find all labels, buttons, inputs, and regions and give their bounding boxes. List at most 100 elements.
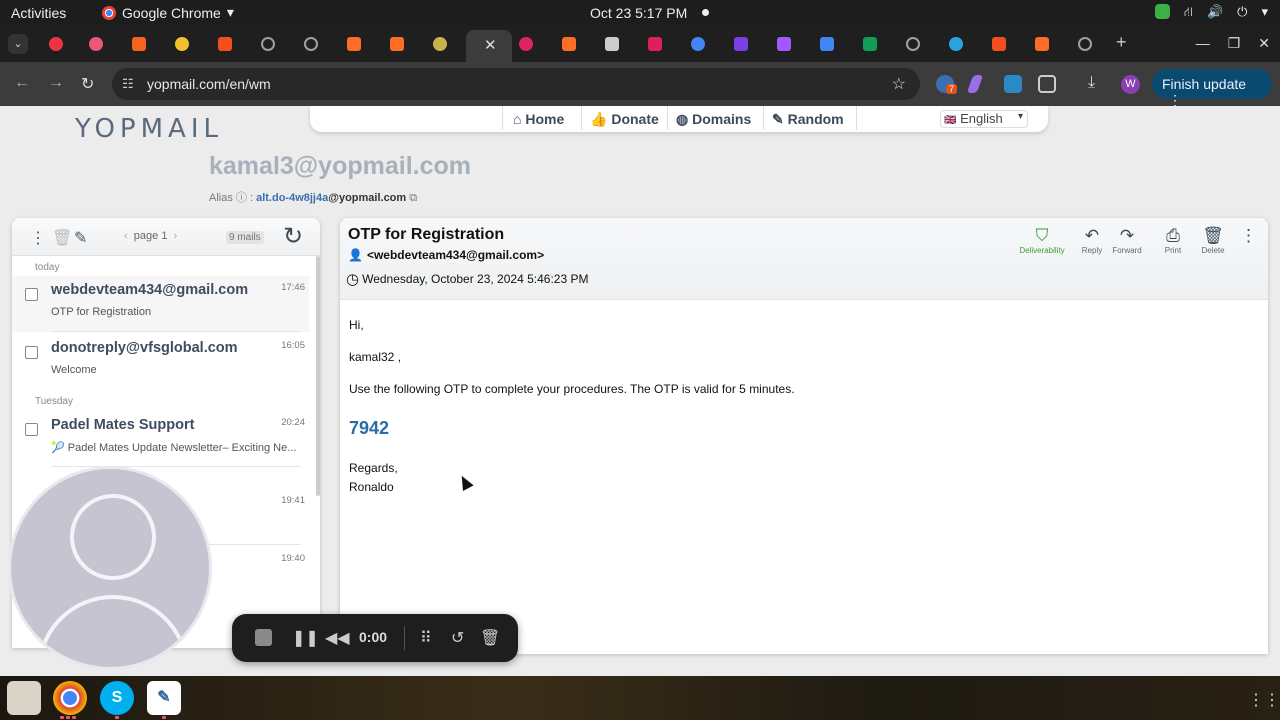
tab-favicon[interactable] [734, 37, 748, 51]
refresh-icon[interactable]: ↻ [283, 222, 303, 251]
figma-icon[interactable] [992, 37, 1006, 51]
globe-icon[interactable] [906, 37, 920, 51]
trash-icon[interactable]: 🗑 [52, 228, 72, 248]
nav-random[interactable]: ✎ Random [772, 111, 844, 128]
restart-icon[interactable]: ↺ [451, 628, 464, 648]
bookmark-star-icon[interactable]: ☆ [892, 74, 906, 94]
app-menu[interactable]: Google Chrome ▾ [102, 4, 234, 21]
activities-button[interactable]: Activities [11, 5, 66, 21]
nav-donate[interactable]: 👍 Donate [590, 111, 659, 128]
compose-icon[interactable]: ✎ [74, 228, 87, 248]
chevron-down-icon[interactable]: ▾ [1261, 4, 1268, 22]
reply-button[interactable]: ↶ Reply [1078, 226, 1106, 255]
app-grid-icon[interactable]: ⋮⋮⋮ [1248, 690, 1280, 710]
language-select[interactable]: 🇬🇧 English ▾ [940, 110, 1028, 128]
close-icon[interactable]: ✕ [484, 36, 497, 54]
alias-domain[interactable]: @yopmail.com [328, 192, 406, 204]
globe-icon[interactable] [1078, 37, 1092, 51]
tab-favicon[interactable] [132, 37, 146, 51]
files-app-icon[interactable] [7, 681, 41, 715]
tab-favicon[interactable] [605, 37, 619, 51]
mail-row[interactable]: webdevteam434@gmail.com OTP for Registra… [12, 276, 309, 332]
text-editor-app-icon[interactable]: ✎ [147, 681, 181, 715]
address-bar[interactable]: ☷ yopmail.com/en/wm ☆ [112, 68, 920, 100]
info-icon[interactable]: ⓘ [236, 192, 247, 204]
mail-row[interactable]: donotreply@vfsglobal.com Welcome 16:05 [12, 334, 309, 390]
tab-favicon[interactable] [218, 37, 232, 51]
message-panel: OTP for Registration 👤 <webdevteam434@gm… [340, 218, 1268, 654]
globe-icon[interactable] [304, 37, 318, 51]
nav-home[interactable]: ⌂ Home [513, 111, 564, 127]
alias-prefix[interactable]: alt.do-4w8jj4a [256, 192, 328, 204]
mail-checkbox[interactable] [25, 346, 38, 359]
stop-icon[interactable] [255, 629, 272, 646]
delete-button[interactable]: 🗑 Delete [1198, 226, 1228, 255]
url-text[interactable]: yopmail.com/en/wm [147, 76, 271, 92]
grid-dots-icon[interactable]: ⠿ [420, 628, 432, 648]
globe-icon[interactable] [261, 37, 275, 51]
tab-favicon[interactable] [691, 37, 705, 51]
sheets-icon[interactable] [863, 37, 877, 51]
mail-row[interactable]: Padel Mates Support 🎾 Padel Mates Update… [12, 411, 309, 467]
more-actions-button[interactable]: ⋮ [1240, 226, 1257, 246]
prev-page-icon[interactable]: ‹ [124, 230, 128, 242]
deliverability-button[interactable]: ⛉ Deliverability [1016, 226, 1068, 255]
forward-icon[interactable]: → [48, 74, 64, 92]
next-page-icon[interactable]: › [174, 230, 178, 242]
yopmail-logo[interactable]: YOPMAIL [75, 114, 223, 144]
inbox-scrollbar[interactable] [316, 256, 320, 496]
telegram-icon[interactable] [949, 37, 963, 51]
gitlab-icon[interactable] [1035, 37, 1049, 51]
kebab-menu-icon[interactable]: ⋮ [30, 228, 46, 248]
copy-icon[interactable]: ⧉ [409, 192, 417, 204]
close-window-icon[interactable]: ✕ [1258, 35, 1270, 52]
site-info-icon[interactable]: ☷ [122, 76, 134, 92]
reload-icon[interactable]: ↻ [81, 74, 94, 94]
mail-checkbox[interactable] [25, 288, 38, 301]
clock[interactable]: Oct 23 5:17 PM [590, 5, 687, 21]
row-divider [51, 466, 301, 467]
rewind-icon[interactable]: ◀◀ [325, 628, 350, 648]
trash-icon[interactable]: 🗑 [480, 628, 500, 648]
pause-icon[interactable]: ❚❚ [292, 628, 319, 648]
gitlab-icon[interactable] [390, 37, 404, 51]
tab-favicon[interactable] [89, 37, 103, 51]
forward-button[interactable]: ↷ Forward [1110, 226, 1144, 255]
gitlab-icon[interactable] [347, 37, 361, 51]
avatar-body [37, 595, 189, 667]
feather-icon[interactable] [966, 75, 984, 93]
print-button[interactable]: ⎙ Print [1160, 226, 1186, 255]
minimize-icon[interactable]: — [1196, 35, 1210, 52]
volume-icon[interactable]: 🔊 [1207, 4, 1223, 22]
tab-favicon[interactable] [433, 37, 447, 51]
gitlab-icon[interactable] [562, 37, 576, 51]
power-icon[interactable]: ⏻ [1237, 4, 1247, 22]
docs-icon[interactable] [820, 37, 834, 51]
skype-app-icon[interactable]: S [100, 681, 134, 715]
download-icon[interactable]: ⤓ [1088, 74, 1095, 92]
mail-checkbox[interactable] [25, 423, 38, 436]
tab-search-icon[interactable]: ⌄ [8, 34, 28, 54]
back-icon[interactable]: ← [14, 74, 30, 92]
network-icon[interactable]: ⛙ [1184, 4, 1193, 22]
chrome-app-icon[interactable] [53, 681, 87, 715]
page-label: page 1 [133, 230, 168, 242]
tab-favicon[interactable] [175, 37, 189, 51]
body-instruction: Use the following OTP to complete your p… [349, 382, 795, 396]
new-tab-icon[interactable]: + [1116, 32, 1127, 53]
finish-update-button[interactable]: Finish update ⋮ [1152, 69, 1272, 108]
extension-icon[interactable] [1004, 75, 1022, 93]
system-tray[interactable]: ⛙ 🔊 ⏻ ▾ [1154, 4, 1268, 22]
security-shield-icon[interactable] [1154, 4, 1170, 19]
tab-active[interactable]: ✕ [466, 30, 512, 62]
nav-domains[interactable]: ◍ Domains [676, 111, 751, 128]
tab-favicon[interactable] [49, 37, 63, 51]
puzzle-icon[interactable] [1038, 75, 1056, 93]
profile-avatar[interactable]: W [1121, 75, 1140, 94]
slack-icon[interactable] [648, 37, 662, 51]
inbox-address[interactable]: kamal3@yopmail.com [209, 152, 471, 181]
maximize-icon[interactable]: ❐ [1228, 35, 1241, 52]
uk-flag-icon: 🇬🇧 [944, 115, 957, 126]
tab-favicon[interactable] [519, 37, 533, 51]
figma-icon[interactable] [777, 37, 791, 51]
